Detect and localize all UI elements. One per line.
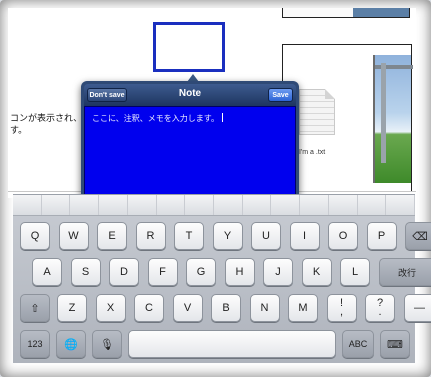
key-m[interactable]: M	[288, 294, 318, 322]
dash-key[interactable]: —	[403, 294, 431, 322]
key-z[interactable]: Z	[57, 294, 87, 322]
key-g[interactable]: G	[186, 258, 216, 286]
key-n[interactable]: N	[249, 294, 280, 322]
punct-bottom: .	[378, 306, 382, 318]
rectangle-annotation[interactable]	[153, 22, 225, 72]
abc-key[interactable]: ABC	[342, 330, 374, 358]
numbers-key[interactable]: 123	[20, 330, 50, 358]
key-e[interactable]: E	[97, 222, 127, 250]
popover-toolbar: Don't save Note Save	[84, 84, 296, 106]
save-button[interactable]: Save	[268, 88, 293, 102]
key-j[interactable]: J	[263, 258, 293, 286]
keyboard-hide-icon: ⌨	[387, 338, 403, 351]
key-h[interactable]: H	[224, 258, 255, 286]
key-k[interactable]: K	[301, 258, 332, 286]
microphone-icon: 🎙	[100, 338, 114, 351]
key-v[interactable]: V	[172, 294, 203, 322]
microphone-key[interactable]: 🎙	[92, 330, 122, 358]
punct-bottom: ,	[339, 306, 344, 318]
hide-keyboard-key[interactable]: ⌨	[380, 330, 410, 358]
file-name-label: I'm a .txt	[299, 149, 326, 156]
key-s[interactable]: S	[70, 258, 101, 286]
text-cursor	[221, 113, 223, 122]
key-p[interactable]: P	[366, 222, 397, 250]
key-a[interactable]: A	[32, 258, 62, 286]
key-q[interactable]: Q	[20, 222, 50, 250]
key-c[interactable]: C	[134, 294, 164, 322]
file-panel: I'm a .txt	[282, 44, 413, 192]
landscape-post	[381, 63, 386, 163]
landscape-image[interactable]	[373, 55, 413, 183]
candidate-bar[interactable]	[13, 195, 416, 216]
key-f[interactable]: F	[147, 258, 178, 286]
text-file-icon[interactable]	[299, 89, 335, 135]
note-text-area[interactable]: ここに、注釈、メモを入力します。	[84, 106, 296, 195]
shift-icon: ⇧	[30, 302, 40, 315]
key-r[interactable]: R	[135, 222, 166, 250]
punct-key-1[interactable]: ?.	[365, 294, 395, 322]
key-y[interactable]: Y	[212, 222, 243, 250]
screenshot-frame: コンが表示され、 す。 I'm a .txt Don't save Note S…	[0, 0, 431, 377]
key-l[interactable]: L	[340, 258, 370, 286]
key-i[interactable]: I	[289, 222, 320, 250]
backspace-key[interactable]: ⌫	[405, 222, 431, 250]
key-d[interactable]: D	[109, 258, 139, 286]
globe-icon: 🌐	[64, 338, 78, 351]
space-bar[interactable]	[128, 330, 336, 358]
document-text: コンが表示され、 す。	[10, 113, 83, 135]
key-b[interactable]: B	[211, 294, 241, 322]
note-popover: Don't save Note Save ここに、注釈、メモを入力します。	[81, 81, 299, 201]
popover-title: Note	[178, 88, 202, 99]
punct-key-label: ?.	[377, 298, 383, 318]
punct-key-0[interactable]: !,	[326, 294, 357, 322]
backspace-icon: ⌫	[412, 230, 428, 243]
key-u[interactable]: U	[251, 222, 281, 250]
onscreen-keyboard: Q W E R T Y U I O P ⌫ A S D F G H J K L 改行 ⇧ Z X C V B N M!,?. — 123 🌐 🎙…	[13, 194, 431, 363]
shift-key[interactable]: ⇧	[20, 294, 50, 322]
key-x[interactable]: X	[95, 294, 126, 322]
image-thumbnail-top[interactable]	[282, 8, 410, 18]
key-o[interactable]: O	[328, 222, 358, 250]
key-t[interactable]: T	[174, 222, 204, 250]
globe-key[interactable]: 🌐	[56, 330, 86, 358]
punct-key-label: !,	[339, 298, 344, 318]
thumbnail-strip	[353, 8, 409, 17]
key-w[interactable]: W	[58, 222, 89, 250]
return-key[interactable]: 改行	[378, 258, 431, 286]
note-placeholder-text: ここに、注釈、メモを入力します。	[92, 114, 219, 123]
